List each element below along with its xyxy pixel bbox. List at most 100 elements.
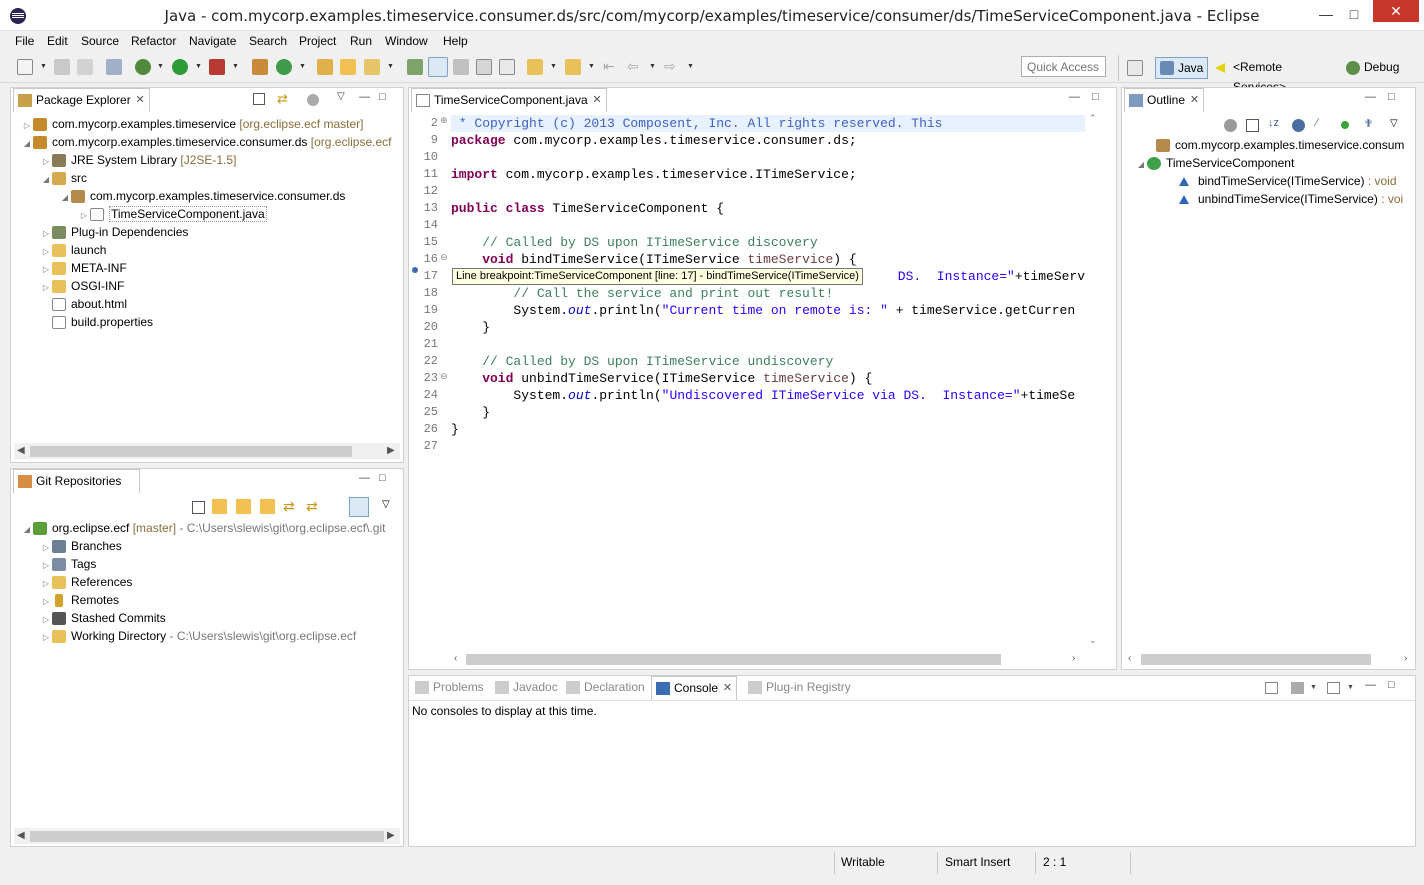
view-menu-icon[interactable]: ▽ xyxy=(382,499,390,510)
menu-edit[interactable]: Edit xyxy=(47,34,68,48)
view-menu-icon[interactable]: ▽ xyxy=(1390,118,1398,129)
menu-navigate[interactable]: Navigate xyxy=(189,34,236,48)
minimize-icon[interactable]: — xyxy=(1316,1,1336,27)
folding-collapse-icon[interactable]: ⊖ xyxy=(440,252,448,263)
scroll-thumb[interactable] xyxy=(1141,654,1371,665)
open-console-icon[interactable] xyxy=(1265,682,1278,694)
tree-row[interactable]: ▷ Branches xyxy=(40,537,122,555)
scroll-right-icon[interactable]: › xyxy=(1072,651,1075,667)
show-paragraph-icon[interactable] xyxy=(499,59,515,75)
new-dropdown-icon[interactable]: ▼ xyxy=(40,63,47,70)
tree-row[interactable]: ◢ org.eclipse.ecf [master] - C:\Users\sle… xyxy=(21,519,385,537)
tree-row[interactable]: ▷ Tags xyxy=(40,555,96,573)
previous-annotation-icon[interactable] xyxy=(565,59,581,75)
scroll-left-icon[interactable]: ‹ xyxy=(454,651,457,667)
hide-non-public-icon[interactable] xyxy=(1341,121,1349,129)
clone-repository-icon[interactable] xyxy=(236,499,251,514)
scroll-left-icon[interactable]: ‹ xyxy=(1128,651,1131,667)
expand-icon[interactable]: ▷ xyxy=(40,629,52,647)
tab-problems[interactable]: Problems xyxy=(411,676,492,700)
new-java-class-icon[interactable] xyxy=(276,59,292,75)
maximize-view-icon[interactable]: □ xyxy=(1092,91,1099,103)
link-with-selection-icon[interactable]: ⇄ xyxy=(306,498,318,515)
toggle-block-selection-icon[interactable] xyxy=(453,59,469,75)
horizontal-scrollbar[interactable]: ‹ › xyxy=(449,651,1083,667)
tree-row[interactable]: ▷ META-INF xyxy=(40,259,127,277)
save-all-icon[interactable] xyxy=(77,59,93,75)
folding-collapse-icon[interactable]: ⊖ xyxy=(440,371,448,382)
tree-row[interactable]: ▷ launch xyxy=(40,241,106,259)
collapse-icon[interactable]: ◢ xyxy=(40,171,52,189)
remote-services-perspective-button[interactable]: <Remote Services> xyxy=(1213,57,1338,94)
hide-fields-icon[interactable] xyxy=(1292,119,1305,132)
search-dropdown-icon[interactable]: ▼ xyxy=(387,63,394,70)
close-tab-icon[interactable]: ✕ xyxy=(1190,89,1199,111)
back-icon[interactable]: ⇦ xyxy=(627,58,639,75)
focus-on-task-icon[interactable] xyxy=(307,94,319,106)
minimize-view-icon[interactable]: — xyxy=(359,91,370,103)
scroll-thumb[interactable] xyxy=(466,654,1001,665)
tree-row[interactable]: ▷ JRE System Library [J2SE-1.5] xyxy=(40,151,236,169)
collapse-all-icon[interactable] xyxy=(192,501,205,514)
menu-project[interactable]: Project xyxy=(299,34,336,48)
tree-row[interactable]: bindTimeService(ITimeService) : void xyxy=(1167,172,1397,190)
tree-row[interactable]: ▷ References xyxy=(40,573,132,591)
collapse-icon[interactable]: ◢ xyxy=(21,521,33,539)
skip-breakpoints-icon[interactable] xyxy=(106,59,122,75)
forward-dropdown-icon[interactable]: ▼ xyxy=(687,63,694,70)
scroll-right-icon[interactable]: › xyxy=(1404,651,1407,667)
debug-perspective-button[interactable]: Debug xyxy=(1344,57,1404,79)
tree-row[interactable]: ▷ Working Directory - C:\Users\slewis\git… xyxy=(40,627,356,645)
menu-source[interactable]: Source xyxy=(81,34,119,48)
menu-window[interactable]: Window xyxy=(385,34,428,48)
hierarchical-branch-icon[interactable] xyxy=(349,497,369,517)
tab-package-explorer[interactable]: Package Explorer ✕ xyxy=(13,88,150,112)
add-repository-icon[interactable] xyxy=(212,499,227,514)
tree-row[interactable]: about.html xyxy=(40,295,127,313)
tree-row[interactable]: ▷ Plug-in Dependencies xyxy=(40,223,188,241)
collapse-all-icon[interactable] xyxy=(1246,119,1259,132)
show-whitespace-icon[interactable] xyxy=(476,59,492,75)
tab-editor-file[interactable]: TimeServiceComponent.java ✕ xyxy=(411,88,607,112)
scroll-right-icon[interactable]: ▶ xyxy=(387,443,395,459)
maximize-view-icon[interactable]: □ xyxy=(379,91,386,103)
tree-row[interactable]: ▷ OSGI-INF xyxy=(40,277,124,295)
previous-annotation-dropdown-icon[interactable]: ▼ xyxy=(588,63,595,70)
tree-row[interactable]: ◢ TimeServiceComponent xyxy=(1135,154,1294,172)
tree-row[interactable]: ◢ com.mycorp.examples.timeservice.consume… xyxy=(21,133,391,151)
minimize-view-icon[interactable]: — xyxy=(359,472,370,484)
tree-row[interactable]: unbindTimeService(ITimeService) : voi xyxy=(1167,190,1403,208)
collapse-icon[interactable]: ◢ xyxy=(59,189,71,207)
new-java-package-icon[interactable] xyxy=(252,59,268,75)
run-dropdown-icon[interactable]: ▼ xyxy=(195,63,202,70)
debug-dropdown-icon[interactable]: ▼ xyxy=(157,63,164,70)
next-annotation-dropdown-icon[interactable]: ▼ xyxy=(550,63,557,70)
sort-icon[interactable]: ↓z xyxy=(1268,117,1279,129)
close-window-button[interactable]: ✕ xyxy=(1373,0,1419,22)
tab-outline[interactable]: Outline ✕ xyxy=(1124,88,1205,112)
open-folder-icon[interactable] xyxy=(340,59,356,75)
tree-row[interactable]: build.properties xyxy=(40,313,153,331)
new-icon[interactable] xyxy=(17,59,33,75)
menu-refactor[interactable]: Refactor xyxy=(131,34,176,48)
display-console-dropdown-icon[interactable]: ▼ xyxy=(1310,684,1317,691)
minimize-view-icon[interactable]: — xyxy=(1365,91,1376,103)
external-tools-icon[interactable] xyxy=(209,59,225,75)
collapse-icon[interactable]: ◢ xyxy=(1135,156,1147,174)
maximize-view-icon[interactable]: □ xyxy=(1388,91,1395,103)
horizontal-scrollbar[interactable]: ◀ ▶ xyxy=(14,828,400,844)
close-tab-icon[interactable]: ✕ xyxy=(592,89,601,111)
menu-file[interactable]: File xyxy=(15,34,34,48)
minimize-view-icon[interactable]: — xyxy=(1365,679,1376,691)
tree-row[interactable]: ▷ TimeServiceComponent.java xyxy=(78,205,267,223)
horizontal-scrollbar[interactable]: ◀ ▶ xyxy=(14,443,400,459)
tree-row[interactable]: com.mycorp.examples.timeservice.consum xyxy=(1144,136,1404,154)
java-perspective-button[interactable]: Java xyxy=(1155,57,1208,79)
maximize-view-icon[interactable]: □ xyxy=(379,472,386,484)
search-icon[interactable] xyxy=(364,59,380,75)
scroll-up-icon[interactable]: ⌃ xyxy=(1089,113,1097,124)
scroll-thumb[interactable] xyxy=(30,446,352,457)
tree-row[interactable]: ▷ Stashed Commits xyxy=(40,609,166,627)
create-repository-icon[interactable] xyxy=(260,499,275,514)
tab-console[interactable]: Console ✕ xyxy=(651,676,738,700)
